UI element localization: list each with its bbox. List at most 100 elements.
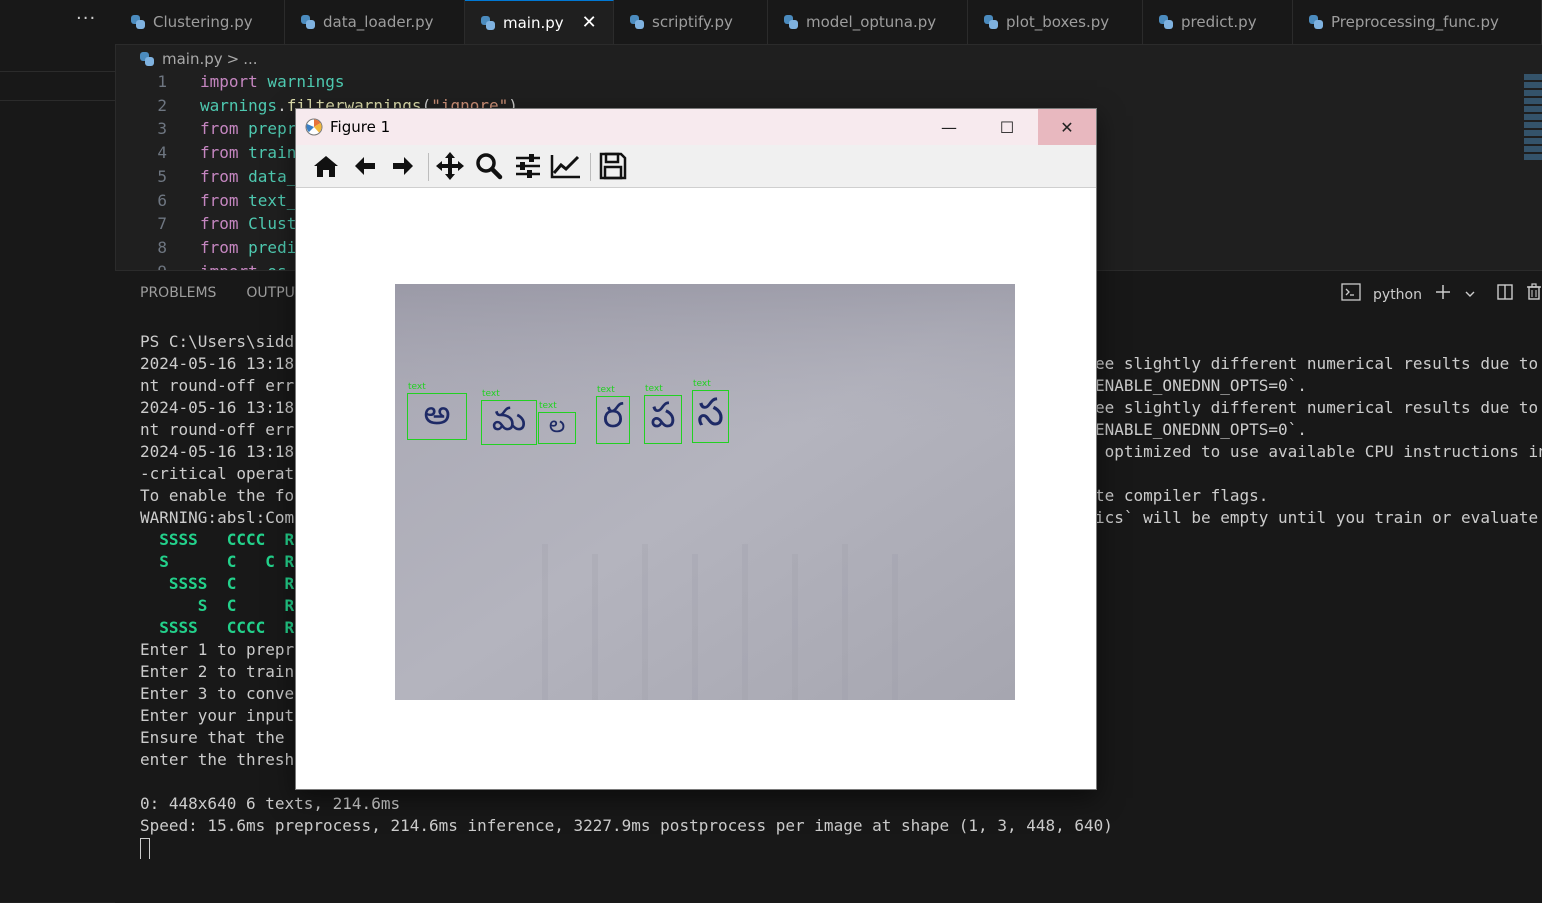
edit-axis-icon[interactable]	[550, 150, 582, 182]
line-number: 7	[157, 214, 167, 234]
terminal-line-continued: ics` will be empty until you train or ev…	[1095, 508, 1542, 527]
code-text: from Clust	[200, 212, 296, 236]
detection-label: text	[539, 401, 557, 411]
figure-canvas[interactable]: అ text మ text ల text ర text ప text స text	[296, 188, 1096, 789]
tab-label: main.py	[503, 13, 564, 32]
tab-main-py[interactable]: main.py ✕	[465, 0, 614, 44]
python-file-icon	[131, 15, 145, 29]
figure-titlebar[interactable]: Figure 1 — ☐ ✕	[296, 109, 1096, 145]
tab-preprocessing-func-py[interactable]: Preprocessing_func.py	[1293, 0, 1542, 44]
close-window-button[interactable]: ✕	[1038, 109, 1096, 145]
close-tab-icon[interactable]: ✕	[582, 12, 597, 33]
figure-toolbar	[296, 145, 1096, 188]
python-file-icon	[301, 15, 315, 29]
trash-icon[interactable]	[1526, 283, 1542, 306]
breadcrumb-file[interactable]: main.py	[162, 50, 223, 68]
code-keyword: from	[200, 237, 239, 257]
tab-predict-py[interactable]: predict.py	[1143, 0, 1293, 44]
code-text: from data_	[200, 165, 296, 189]
plus-icon[interactable]	[1434, 283, 1452, 306]
code-rest: warnings	[257, 72, 345, 91]
code-text: from prepr	[200, 117, 296, 141]
tab-data-loader-py[interactable]: data_loader.py	[285, 0, 465, 44]
code-keyword: import	[200, 72, 258, 91]
save-icon[interactable]	[597, 150, 629, 182]
forward-icon[interactable]	[387, 150, 419, 182]
more-actions-icon[interactable]: ···	[76, 8, 96, 29]
code-line[interactable]: 8 from predi	[115, 236, 296, 260]
tab-clustering-py[interactable]: Clustering.py	[115, 0, 285, 44]
back-icon[interactable]	[349, 150, 381, 182]
code-rest: predi	[238, 237, 297, 257]
detection-box	[538, 412, 576, 444]
detection-label: text	[645, 384, 663, 394]
explorer-strip: ···	[0, 0, 116, 902]
tab-label: plot_boxes.py	[1006, 13, 1110, 31]
code-line[interactable]: 4 from train	[115, 141, 296, 165]
code-line[interactable]: 2 warnings.filterwarnings("ignore")	[115, 94, 518, 118]
python-file-icon	[481, 15, 495, 30]
code-line[interactable]: 6 from text_	[115, 189, 296, 213]
code-keyword: from	[200, 143, 239, 163]
code-line[interactable]: 5 from data_	[115, 165, 296, 189]
code-text: from train	[200, 141, 296, 165]
terminal-line-continued: optimized to use available CPU instructi…	[1095, 442, 1542, 461]
detection-box	[644, 395, 682, 444]
detection-label: text	[408, 382, 426, 392]
code-keyword: import	[200, 262, 258, 270]
terminal-line: 0: 448x640 6 texts, 214.6ms	[140, 794, 401, 813]
detection-box	[692, 390, 729, 443]
minimap[interactable]	[1524, 72, 1542, 172]
code-rest: text_	[238, 190, 297, 210]
detection-label: text	[597, 385, 615, 395]
panel-tabs: PROBLEMS OUTPUT	[140, 285, 303, 301]
tab-label: predict.py	[1181, 13, 1257, 31]
detection-box	[407, 393, 467, 440]
home-icon[interactable]	[310, 150, 342, 182]
chevron-down-icon[interactable]	[1464, 284, 1476, 305]
breadcrumb-separator: >	[226, 50, 240, 68]
minimize-button[interactable]: —	[920, 109, 978, 145]
pan-icon[interactable]	[434, 150, 466, 182]
terminal-line-continued: ee slightly different numerical results …	[1095, 398, 1542, 417]
detection-box	[596, 396, 630, 444]
code-text: from text_	[200, 189, 296, 213]
figure-window[interactable]: Figure 1 — ☐ ✕ అ text మ text ల text ర te…	[295, 108, 1097, 790]
code-keyword: from	[200, 166, 239, 186]
terminal-line-continued: ENABLE_ONEDNN_OPTS=0`.	[1095, 376, 1307, 395]
line-number: 1	[157, 72, 167, 91]
code-line[interactable]: 7 from Clust	[115, 212, 296, 236]
maximize-button[interactable]: ☐	[978, 109, 1036, 145]
code-line[interactable]: 9 import os	[115, 260, 286, 270]
tab-plot-boxes-py[interactable]: plot_boxes.py	[968, 0, 1143, 44]
explorer-row[interactable]	[0, 71, 115, 101]
code-keyword: from	[200, 190, 239, 210]
code-line[interactable]: 3 from prepr	[115, 117, 296, 141]
detection-label: text	[482, 389, 500, 399]
line-number: 2	[157, 95, 167, 115]
terminal-line-continued: ee slightly different numerical results …	[1095, 354, 1542, 373]
code-line[interactable]: 1 import warnings	[115, 70, 344, 94]
matplotlib-logo-icon	[305, 118, 323, 136]
terminal-shell-label[interactable]: python	[1373, 287, 1422, 303]
terminal-line-continued: te compiler flags.	[1095, 486, 1269, 505]
zoom-icon[interactable]	[473, 150, 505, 182]
tab-model-optuna-py[interactable]: model_optuna.py	[768, 0, 968, 44]
tab-problems[interactable]: PROBLEMS	[140, 285, 216, 301]
code-keyword: from	[200, 119, 239, 139]
tab-label: Clustering.py	[153, 13, 253, 31]
line-number: 8	[157, 237, 167, 257]
panel-actions: python	[1341, 283, 1542, 306]
breadcrumb-rest[interactable]: ...	[243, 50, 257, 68]
code-keyword: from	[200, 214, 239, 234]
split-icon[interactable]	[1496, 283, 1514, 306]
line-number: 4	[157, 143, 167, 163]
breadcrumb: main.py > ...	[140, 48, 258, 70]
configure-subplots-icon[interactable]	[512, 150, 544, 182]
code-rest: data_	[238, 166, 297, 186]
terminal-cursor	[140, 837, 150, 859]
figure-title: Figure 1	[330, 118, 391, 136]
tab-label: Preprocessing_func.py	[1331, 13, 1499, 31]
tab-scriptify-py[interactable]: scriptify.py	[614, 0, 768, 44]
line-number: 5	[157, 166, 167, 186]
